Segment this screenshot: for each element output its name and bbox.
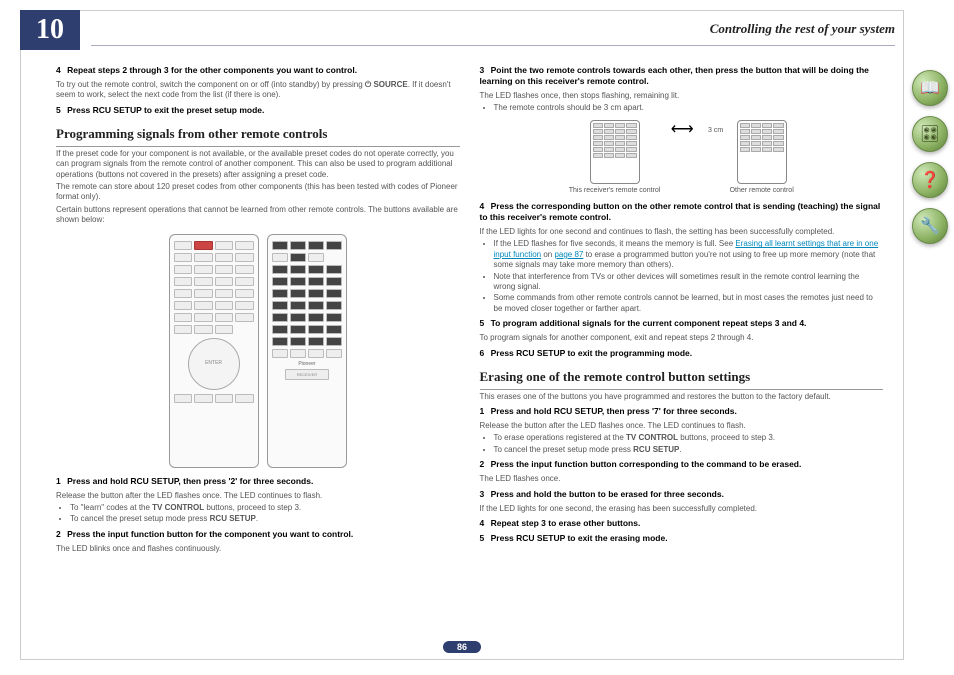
- prog-step-2-body: The LED blinks once and flashes continuo…: [56, 544, 460, 554]
- rstep-6: 6 Press RCU SETUP to exit the programmin…: [480, 348, 884, 359]
- erase-step-1-body: Release the button after the LED flashes…: [480, 421, 884, 431]
- remote-diagram: ENTER Pioneer RECEIVER: [56, 234, 460, 468]
- side-nav-icons: 📖 🎛 ❓ 🔧: [912, 70, 948, 244]
- rstep-5: 5 To program additional signals for the …: [480, 318, 884, 329]
- step-4-body: To try out the remote control, switch th…: [56, 80, 460, 101]
- step-number: 4: [56, 65, 61, 75]
- rstep-4: 4 Press the corresponding button on the …: [480, 201, 884, 223]
- step-number: 5: [56, 105, 61, 115]
- rstep-3-notes: The remote controls should be 3 cm apart…: [494, 103, 884, 113]
- erase-step-2-body: The LED flashes once.: [480, 474, 884, 484]
- chapter-number-badge: 10: [20, 10, 80, 50]
- step-title: Repeat steps 2 through 3 for the other c…: [67, 65, 357, 75]
- heading-programming-signals: Programming signals from other remote co…: [56, 126, 460, 147]
- book-icon[interactable]: 📖: [912, 70, 948, 106]
- remote-left-half: ENTER: [169, 234, 259, 468]
- rstep-3: 3 Point the two remote controls towards …: [480, 65, 884, 87]
- setup-icon[interactable]: 🔧: [912, 208, 948, 244]
- right-column: 3 Point the two remote controls towards …: [470, 61, 894, 629]
- erase-step-3: 3 Press and hold the button to be erased…: [480, 489, 884, 500]
- erase-step-4: 4 Repeat step 3 to erase other buttons.: [480, 518, 884, 529]
- step-title: Press RCU SETUP to exit the preset setup…: [67, 105, 264, 115]
- receiver-button-label: RECEIVER: [285, 369, 329, 380]
- this-remote-icon: [590, 120, 640, 184]
- two-remotes-diagram: This receiver's remote control ⟷ 3 cm Ot…: [480, 120, 884, 195]
- step-4: 4 Repeat steps 2 through 3 for the other…: [56, 65, 460, 76]
- prog-step-1: 1 Press and hold RCU SETUP, then press '…: [56, 476, 460, 487]
- erasing-intro: This erases one of the buttons you have …: [480, 392, 884, 402]
- heading-erasing-one: Erasing one of the remote control button…: [480, 369, 884, 390]
- remote-right-half: Pioneer RECEIVER: [267, 234, 347, 468]
- other-remote-icon: [737, 120, 787, 184]
- para-3: Certain buttons represent operations tha…: [56, 205, 460, 226]
- left-column: 4 Repeat steps 2 through 3 for the other…: [46, 61, 470, 629]
- prog-step-2: 2 Press the input function button for th…: [56, 529, 460, 540]
- prog-step-1-notes: To "learn" codes at the TV CONTROL butto…: [70, 503, 460, 525]
- rstep-4-body: If the LED lights for one second and con…: [480, 227, 884, 237]
- erase-step-1-notes: To erase operations registered at the TV…: [494, 433, 884, 455]
- erase-step-2: 2 Press the input function button corres…: [480, 459, 884, 470]
- help-icon[interactable]: ❓: [912, 162, 948, 198]
- rstep-5-body: To program signals for another component…: [480, 333, 884, 343]
- erase-step-5: 5 Press RCU SETUP to exit the erasing mo…: [480, 533, 884, 544]
- this-remote-label: This receiver's remote control: [569, 186, 661, 195]
- dpad-icon: ENTER: [188, 338, 240, 390]
- content-columns: 4 Repeat steps 2 through 3 for the other…: [46, 61, 893, 629]
- header-rule: [91, 45, 895, 46]
- section-header: Controlling the rest of your system: [710, 21, 895, 37]
- prog-step-1-body: Release the button after the LED flashes…: [56, 491, 460, 501]
- manual-page: 10 Controlling the rest of your system 4…: [20, 10, 904, 660]
- rstep-3-body: The LED flashes once, then stops flashin…: [480, 91, 884, 101]
- para-1: If the preset code for your component is…: [56, 149, 460, 180]
- distance-label: 3 cm: [708, 126, 723, 135]
- component-icon[interactable]: 🎛: [912, 116, 948, 152]
- page-number-badge: 86: [443, 641, 481, 653]
- double-arrow-icon: ⟷: [671, 120, 694, 141]
- brand-logo: Pioneer: [272, 361, 342, 368]
- erase-step-1: 1 Press and hold RCU SETUP, then press '…: [480, 406, 884, 417]
- link-page-87[interactable]: page 87: [554, 250, 583, 259]
- para-2: The remote can store about 120 preset co…: [56, 182, 460, 203]
- rstep-4-notes: If the LED flashes for five seconds, it …: [494, 239, 884, 314]
- other-remote-label: Other remote control: [730, 186, 794, 195]
- erase-step-3-body: If the LED lights for one second, the er…: [480, 504, 884, 514]
- step-5: 5 Press RCU SETUP to exit the preset set…: [56, 105, 460, 116]
